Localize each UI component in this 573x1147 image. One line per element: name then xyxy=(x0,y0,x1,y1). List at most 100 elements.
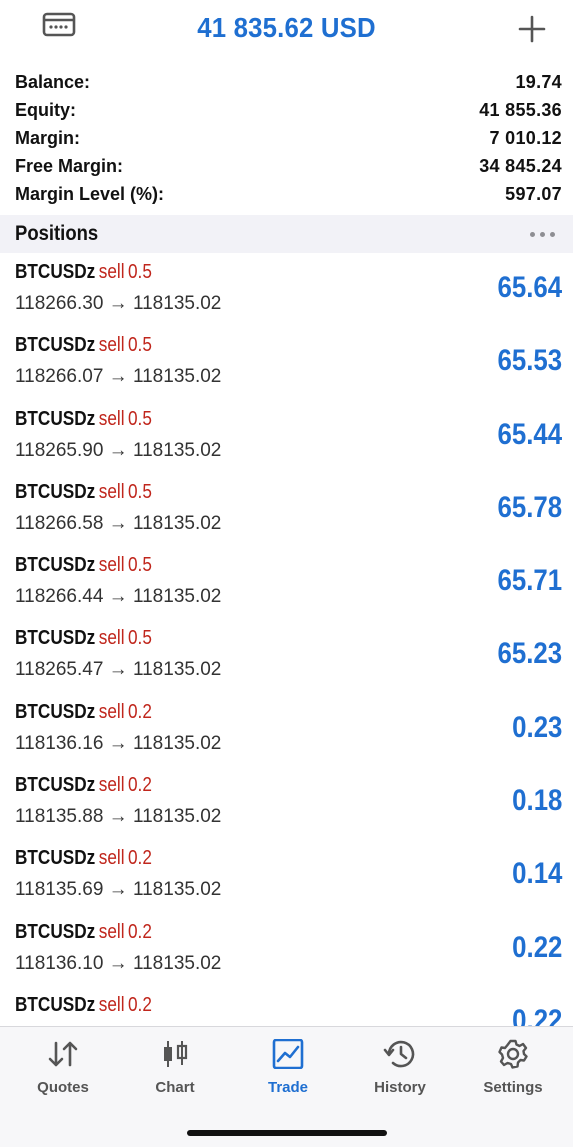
tab-quotes[interactable]: Quotes xyxy=(6,1039,120,1096)
free-margin-value: 34 845.24 xyxy=(479,155,562,176)
position-profit: 0.23 xyxy=(511,710,562,744)
position-prices: 118136.10 → 118135.02 xyxy=(15,952,222,974)
position-volume: 0.2 xyxy=(127,774,152,797)
position-volume: 0.2 xyxy=(127,847,152,870)
position-profit: 0.22 xyxy=(511,1003,562,1026)
margin-row: Margin: 7 010.12 xyxy=(0,124,573,152)
position-prices: 118135.69 → 118135.02 xyxy=(15,879,222,901)
margin-value: 7 010.12 xyxy=(489,127,562,148)
tab-label: Chart xyxy=(155,1079,195,1096)
balance-row: Balance: 19.74 xyxy=(0,68,573,96)
position-symbol: BTCUSDz xyxy=(15,700,96,723)
position-side: sell xyxy=(98,700,125,723)
home-indicator[interactable] xyxy=(187,1130,387,1136)
position-symbol: BTCUSDz xyxy=(15,554,96,577)
position-row[interactable]: BTCUSDz sell 0.5 118266.58 → 118135.02 65.… xyxy=(0,473,573,546)
plus-icon[interactable] xyxy=(517,14,547,44)
position-profit: 65.64 xyxy=(497,271,562,304)
position-symbol: BTCUSDz xyxy=(15,334,96,357)
top-bar: 41 835.62 USD xyxy=(0,0,573,66)
quotes-arrows-icon xyxy=(48,1041,78,1067)
position-prices: 118265.90 → 118135.02 xyxy=(15,439,222,461)
position-profit: 65.23 xyxy=(497,637,562,671)
position-profit: 65.78 xyxy=(497,490,562,524)
position-row[interactable]: BTCUSDz sell 0.5 118266.30 → 118135.02 65.… xyxy=(0,253,573,326)
position-symbol: BTCUSDz xyxy=(15,480,96,503)
position-volume: 0.5 xyxy=(127,407,152,430)
tab-label: Settings xyxy=(483,1079,543,1096)
position-symbol: BTCUSDz xyxy=(15,993,96,1016)
more-dots-icon[interactable] xyxy=(530,231,555,237)
account-summary: Balance: 19.74 Equity: 41 855.36 Margin:… xyxy=(0,68,573,208)
equity-label: Equity: xyxy=(15,99,76,120)
position-prices: 118136.16 → 118135.02 xyxy=(15,732,222,754)
position-side: sell xyxy=(98,627,125,650)
position-profit: 65.71 xyxy=(497,564,562,598)
position-side: sell xyxy=(98,847,125,870)
position-prices: 118266.44 → 118135.02 xyxy=(15,586,222,608)
position-symbol: BTCUSDz xyxy=(15,847,96,870)
position-symbol: BTCUSDz xyxy=(15,627,96,650)
margin-level-row: Margin Level (%): 597.07 xyxy=(0,180,573,208)
position-profit: 0.14 xyxy=(511,857,562,891)
positions-list[interactable]: BTCUSDz sell 0.5 118266.30 → 118135.02 65.… xyxy=(0,253,573,1026)
position-prices: 118266.58 → 118135.02 xyxy=(15,512,222,534)
position-prices: 118266.07 → 118135.02 xyxy=(15,366,222,388)
gear-icon xyxy=(498,1039,528,1069)
position-prices: 118135.88 → 118135.02 xyxy=(15,806,222,828)
position-side: sell xyxy=(98,920,125,943)
position-row[interactable]: BTCUSDz sell 0.5 118265.90 → 118135.02 65.… xyxy=(0,400,573,473)
position-profit: 0.18 xyxy=(511,784,562,818)
tab-chart[interactable]: Chart xyxy=(118,1039,232,1096)
equity-value: 41 855.36 xyxy=(479,99,562,120)
equity-row: Equity: 41 855.36 xyxy=(0,96,573,124)
position-side: sell xyxy=(98,554,125,577)
position-side: sell xyxy=(98,334,125,357)
position-profit: 65.44 xyxy=(497,417,562,451)
position-profit: 65.53 xyxy=(497,344,562,378)
position-row[interactable]: BTCUSDz sell 0.2 118135.88 → 118135.02 0.1… xyxy=(0,766,573,839)
position-volume: 0.5 xyxy=(127,554,152,577)
position-side: sell xyxy=(98,480,125,503)
position-volume: 0.2 xyxy=(127,920,152,943)
free-margin-label: Free Margin: xyxy=(15,155,124,176)
account-balance-title: 41 835.62 USD xyxy=(197,12,376,43)
tab-label: Trade xyxy=(267,1079,309,1096)
positions-title: Positions xyxy=(15,222,99,245)
tab-history[interactable]: History xyxy=(343,1039,457,1096)
tab-label: Quotes xyxy=(37,1079,89,1096)
tab-settings[interactable]: Settings xyxy=(456,1039,570,1096)
position-volume: 0.5 xyxy=(127,480,152,503)
position-side: sell xyxy=(98,407,125,430)
position-side: sell xyxy=(98,993,125,1016)
history-clock-icon xyxy=(383,1040,415,1068)
tab-label: History xyxy=(374,1079,426,1096)
position-side: sell xyxy=(98,261,125,283)
margin-label: Margin: xyxy=(15,127,80,148)
position-row[interactable]: BTCUSDz sell 0.5 118265.47 → 118135.02 65.… xyxy=(0,619,573,692)
position-symbol: BTCUSDz xyxy=(15,920,96,943)
position-row[interactable]: BTCUSDz sell 0.5 118266.44 → 118135.02 65.… xyxy=(0,546,573,619)
position-row[interactable]: BTCUSDz sell 0.2 118136.16 → 118135.02 0.2… xyxy=(0,693,573,766)
position-row[interactable]: BTCUSDz sell 0.2 118135.69 → 118135.02 0.1… xyxy=(0,839,573,912)
position-symbol: BTCUSDz xyxy=(15,407,96,430)
trade-chart-icon xyxy=(272,1039,304,1069)
position-symbol: BTCUSDz xyxy=(15,261,96,283)
position-symbol: BTCUSDz xyxy=(15,774,96,797)
position-row[interactable]: BTCUSDz sell 0.2 0.22 xyxy=(0,986,573,1026)
position-volume: 0.2 xyxy=(127,993,152,1016)
position-row[interactable]: BTCUSDz sell 0.2 118136.10 → 118135.02 0.2… xyxy=(0,913,573,986)
position-volume: 0.5 xyxy=(127,261,152,283)
position-side: sell xyxy=(98,774,125,797)
balance-label: Balance: xyxy=(15,71,91,92)
position-volume: 0.5 xyxy=(127,627,152,650)
tab-trade[interactable]: Trade xyxy=(231,1039,345,1096)
position-prices: 118265.47 → 118135.02 xyxy=(15,659,222,681)
position-row[interactable]: BTCUSDz sell 0.5 118266.07 → 118135.02 65.… xyxy=(0,326,573,399)
balance-value: 19.74 xyxy=(515,71,562,92)
position-volume: 0.5 xyxy=(127,334,152,357)
position-volume: 0.2 xyxy=(127,700,152,723)
candlestick-chart-icon xyxy=(164,1041,188,1067)
bottom-tab-bar: Quotes Chart Trade History Settings xyxy=(0,1026,573,1147)
margin-level-value: 597.07 xyxy=(505,183,562,204)
